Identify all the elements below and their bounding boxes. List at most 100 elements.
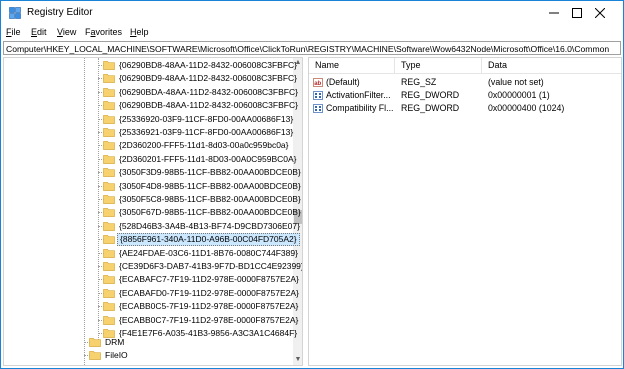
value-data: 0x00000001 (1)	[488, 90, 550, 100]
folder-icon	[103, 127, 115, 137]
tree-item-label: {ECABB0C5-7F19-11D2-978E-0000F8757E2A}	[119, 301, 299, 312]
close-icon	[595, 8, 605, 18]
folder-icon	[103, 315, 115, 325]
value-row[interactable]: Compatibility Fl... REG_DWORD 0x00000400 (…	[309, 102, 621, 115]
value-type: REG_DWORD	[401, 103, 460, 113]
menu-view[interactable]: View	[57, 27, 76, 37]
tree-item-label: {06290BD8-48AA-11D2-8432-006008C3FBFC}	[119, 60, 297, 70]
tree-item-label: {2D360200-FFF5-11d1-8d03-00a0c959bc0a}	[119, 140, 289, 151]
column-divider[interactable]	[394, 58, 395, 73]
folder-icon	[103, 194, 115, 204]
tree-item-label: {25336921-03F9-11CF-8FD0-00AA00686F13}	[119, 127, 294, 137]
menu-bar: File Edit View Favorites Help	[1, 25, 623, 40]
tree-item-label: {8856F961-340A-11D0-A96B-00C04FD705A2}	[117, 233, 300, 247]
svg-text:ab: ab	[314, 81, 321, 87]
folder-icon	[103, 73, 115, 84]
column-header-type[interactable]: Type	[401, 60, 421, 70]
folder-icon	[103, 114, 115, 124]
tree-item[interactable]: {ECABB0C7-7F19-11D2-978E-0000F8757E2A}	[4, 314, 298, 327]
tree-item[interactable]: {2D360200-FFF5-11d1-8d03-00a0c959bc0a}	[4, 139, 292, 152]
registry-editor-window: Registry Editor File Edit View Favorites…	[0, 0, 624, 369]
tree-item[interactable]: DRM	[4, 336, 292, 349]
value-data: 0x00000400 (1024)	[488, 103, 565, 113]
tree-item-label: {3050F5C8-98B5-11CF-BB82-00AA00BDCE0B}	[119, 194, 301, 204]
folder-icon	[103, 301, 115, 312]
tree-item-label: {06290BD9-48AA-11D2-8432-006008C3FBFC}	[119, 73, 297, 84]
dword-value-icon	[313, 91, 323, 100]
close-button[interactable]	[577, 1, 623, 25]
folder-icon	[103, 221, 115, 231]
window-title: Registry Editor	[27, 7, 93, 18]
tree-item[interactable]: {CE39D6F3-DAB7-41B3-9F7D-BD1CC4E92399}	[4, 260, 302, 273]
values-pane[interactable]: Name Type Data ab (Default) REG_SZ (value n…	[308, 57, 622, 366]
tree-item[interactable]: {06290BDB-48AA-11D2-8432-006008C3FBFC}	[4, 99, 298, 112]
tree-item[interactable]: {3050F67D-98B5-11CF-BB82-00AA00BDCE0B}	[4, 206, 301, 219]
folder-icon	[103, 274, 115, 285]
tree-item[interactable]: {ECABAFC7-7F19-11D2-978E-0000F8757E2A}	[4, 273, 299, 286]
tree-item-label: {3050F67D-98B5-11CF-BB82-00AA00BDCE0B}	[119, 207, 301, 218]
value-name: (Default)	[326, 77, 360, 87]
tree-item-label: {AE24FDAE-03C6-11D1-8B76-0080C744F389}	[119, 247, 298, 258]
registry-editor-icon	[9, 7, 21, 19]
tree-item-label: {06290BDA-48AA-11D2-8432-006008C3FBFC}	[119, 86, 298, 97]
value-type: REG_DWORD	[401, 90, 460, 100]
tree-item-label: {25336920-03F9-11CF-8FD0-00AA00686F13}	[119, 113, 294, 124]
dword-value-icon	[313, 104, 323, 113]
folder-icon	[103, 140, 115, 151]
tree-item[interactable]: {3050F3D9-98B5-11CF-BB82-00AA00BDCE0B}	[4, 166, 301, 179]
tree-item[interactable]: {8856F961-340A-11D0-A96B-00C04FD705A2}	[4, 233, 300, 247]
tree-item-label: {06290BDB-48AA-11D2-8432-006008C3FBFC}	[119, 100, 298, 111]
folder-icon	[103, 261, 115, 271]
value-row[interactable]: ab (Default) REG_SZ (value not set)	[309, 76, 621, 89]
tree-item[interactable]: {AE24FDAE-03C6-11D1-8B76-0080C744F389}	[4, 247, 298, 260]
tree-item-label: DRM	[105, 337, 125, 347]
tree-item[interactable]: {06290BD9-48AA-11D2-8432-006008C3FBFC}	[4, 72, 297, 85]
tree-item[interactable]: FileIO	[4, 349, 292, 362]
column-header-name[interactable]: Name	[315, 60, 339, 70]
column-header-data[interactable]: Data	[488, 60, 507, 70]
folder-icon	[89, 337, 101, 347]
tree-item[interactable]: {ECABAFD0-7F19-11D2-978E-0000F8757E2A}	[4, 287, 299, 300]
menu-edit[interactable]: Edit	[31, 27, 47, 37]
tree-item[interactable]: {3050F4D8-98B5-11CF-BB82-00AA00BDCE0B}	[4, 180, 301, 193]
folder-icon	[89, 350, 101, 361]
value-row[interactable]: ActivationFilter... REG_DWORD 0x00000001 (…	[309, 89, 621, 102]
folder-icon	[103, 87, 115, 97]
tree-item-label: {ECABAFC7-7F19-11D2-978E-0000F8757E2A}	[119, 274, 299, 285]
tree-item-label: {528D46B3-3A4B-4B13-BF74-D9CBD7306E07}	[119, 220, 300, 231]
scroll-down-arrow-icon[interactable]: ▼	[293, 355, 302, 365]
address-bar[interactable]: Computer\HKEY_LOCAL_MACHINE\SOFTWARE\Mic…	[3, 41, 621, 55]
tree-item-label: {2D360201-FFF5-11d1-8D03-00A0C959BC0A}	[119, 153, 297, 164]
folder-icon	[103, 234, 115, 245]
string-value-icon: ab	[313, 78, 323, 87]
menu-help[interactable]: Help	[130, 27, 149, 37]
tree-item-label: FileIO	[105, 350, 128, 361]
key-tree-pane[interactable]: ▲ ▼ {06290BD8-48AA-11D2-8432-006008C3FBF…	[3, 57, 303, 366]
folder-icon	[103, 60, 115, 70]
tree-item-label: {3050F4D8-98B5-11CF-BB82-00AA00BDCE0B}	[119, 180, 301, 191]
tree-item[interactable]: {3050F5C8-98B5-11CF-BB82-00AA00BDCE0B}	[4, 193, 301, 206]
tree-item[interactable]: {528D46B3-3A4B-4B13-BF74-D9CBD7306E07}	[4, 220, 300, 233]
values-header: Name Type Data	[309, 58, 621, 74]
menu-file[interactable]: File	[6, 27, 21, 37]
tree-item-label: {CE39D6F3-DAB7-41B3-9F7D-BD1CC4E92399}	[119, 261, 303, 271]
tree-item[interactable]: {2D360201-FFF5-11d1-8D03-00A0C959BC0A}	[4, 153, 297, 166]
tree-item-label: {3050F3D9-98B5-11CF-BB82-00AA00BDCE0B}	[119, 167, 301, 178]
column-divider[interactable]	[481, 58, 482, 73]
value-name: ActivationFilter...	[326, 90, 391, 100]
value-name: Compatibility Fl...	[326, 103, 394, 113]
folder-icon	[103, 167, 115, 178]
tree-item[interactable]: {ECABB0C5-7F19-11D2-978E-0000F8757E2A}	[4, 300, 298, 313]
folder-icon	[103, 181, 115, 191]
tree-item[interactable]: {06290BDA-48AA-11D2-8432-006008C3FBFC}	[4, 86, 298, 99]
tree-item[interactable]: {06290BD8-48AA-11D2-8432-006008C3FBFC}	[4, 59, 297, 72]
folder-icon	[103, 288, 115, 298]
tree-item[interactable]: {25336921-03F9-11CF-8FD0-00AA00686F13}	[4, 126, 294, 139]
title-bar[interactable]: Registry Editor	[1, 1, 623, 25]
tree-item[interactable]: {25336920-03F9-11CF-8FD0-00AA00686F13}	[4, 113, 294, 126]
value-data: (value not set)	[488, 77, 544, 87]
value-type: REG_SZ	[401, 77, 437, 87]
folder-icon	[103, 207, 115, 218]
tree-item-label: {ECABAFD0-7F19-11D2-978E-0000F8757E2A}	[119, 287, 299, 298]
menu-favorites[interactable]: Favorites	[85, 27, 122, 37]
